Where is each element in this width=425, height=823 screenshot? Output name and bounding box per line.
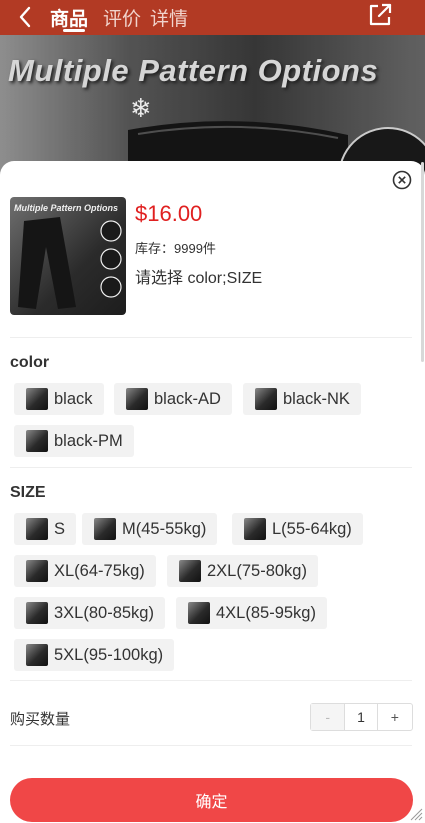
scrollbar[interactable] bbox=[421, 162, 424, 362]
option-thumbnail bbox=[26, 388, 48, 410]
selection-prompt: 请选择 color;SIZE bbox=[135, 270, 263, 287]
divider bbox=[10, 680, 412, 681]
back-arrow-icon[interactable] bbox=[14, 4, 40, 30]
option-thumbnail bbox=[126, 388, 148, 410]
tab-details[interactable]: 详情 bbox=[150, 4, 188, 31]
size-option-s[interactable]: S bbox=[14, 513, 77, 545]
size-option-3xl[interactable]: 3XL(80-85kg) bbox=[14, 597, 165, 629]
option-thumbnail bbox=[26, 602, 48, 624]
size-option-xl[interactable]: XL(64-75kg) bbox=[14, 555, 156, 587]
option-thumbnail bbox=[188, 602, 210, 624]
product-price: $16.00 bbox=[135, 201, 203, 226]
divider bbox=[10, 745, 412, 746]
top-nav-bar: 商品 评价 详情 bbox=[0, 0, 425, 35]
option-thumbnail bbox=[26, 560, 48, 582]
product-thumbnail: Multiple Pattern Options bbox=[10, 197, 126, 315]
tab-reviews[interactable]: 评价 bbox=[103, 4, 141, 31]
option-thumbnail bbox=[94, 518, 116, 540]
stock-count: 库存：9999件 bbox=[135, 241, 216, 256]
option-thumbnail bbox=[255, 388, 277, 410]
size-section-title: SIZE bbox=[10, 484, 46, 501]
size-option-4xl[interactable]: 4XL(85-95kg) bbox=[176, 597, 327, 629]
quantity-input[interactable]: 1 bbox=[345, 704, 376, 730]
size-option-m[interactable]: M(45-55kg) bbox=[82, 513, 218, 545]
color-option-black-ad[interactable]: black-AD bbox=[114, 383, 232, 415]
option-thumbnail bbox=[244, 518, 266, 540]
confirm-button[interactable]: 确定 bbox=[10, 778, 413, 822]
color-option-black[interactable]: black bbox=[14, 383, 104, 415]
color-option-black-nk[interactable]: black-NK bbox=[243, 383, 361, 415]
size-option-2xl[interactable]: 2XL(75-80kg) bbox=[167, 555, 318, 587]
option-thumbnail bbox=[179, 560, 201, 582]
size-option-5xl[interactable]: 5XL(95-100kg) bbox=[14, 639, 175, 671]
divider bbox=[10, 467, 412, 468]
close-icon[interactable] bbox=[392, 170, 412, 190]
option-thumbnail bbox=[26, 430, 48, 452]
size-option-l[interactable]: L(55-64kg) bbox=[232, 513, 363, 545]
color-section-title: color bbox=[10, 354, 50, 371]
share-icon[interactable] bbox=[366, 1, 394, 29]
quantity-label: 购买数量 bbox=[10, 711, 71, 728]
tab-product[interactable]: 商品 bbox=[50, 4, 88, 31]
modal-backdrop[interactable] bbox=[0, 35, 425, 175]
active-tab-indicator bbox=[63, 29, 85, 32]
color-option-black-pm[interactable]: black-PM bbox=[14, 425, 134, 457]
increase-quantity-button[interactable]: + bbox=[376, 704, 412, 730]
divider bbox=[10, 337, 412, 338]
decrease-quantity-button[interactable]: - bbox=[311, 704, 346, 730]
option-thumbnail bbox=[26, 644, 48, 666]
option-thumbnail bbox=[26, 518, 48, 540]
quantity-stepper: - 1 + bbox=[310, 703, 413, 731]
resize-handle-icon[interactable] bbox=[409, 807, 423, 821]
thumbnail-pants-image bbox=[18, 217, 122, 309]
